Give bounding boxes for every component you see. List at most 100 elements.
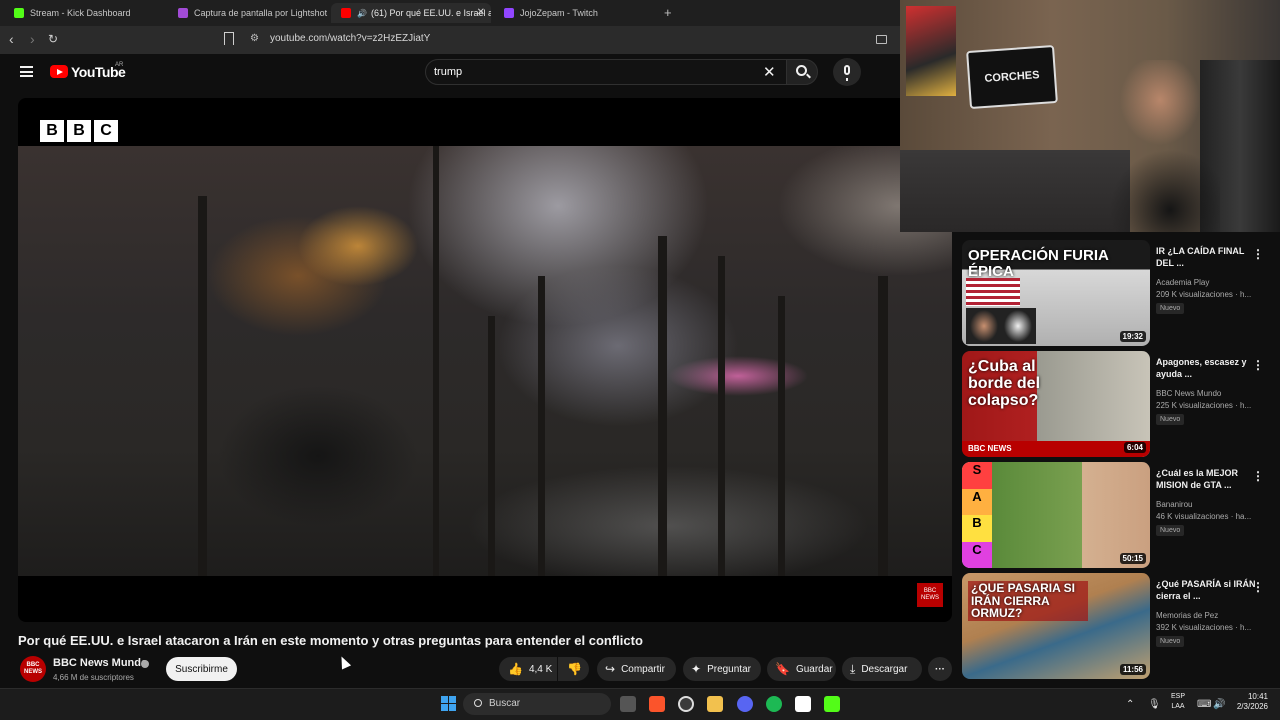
close-tab-icon[interactable]: ✕ (477, 7, 485, 18)
search-icon[interactable] (796, 65, 807, 76)
recommendation-channel[interactable]: BBC News Mundo (1156, 389, 1221, 398)
sparkle-icon: ✦ (691, 662, 702, 676)
url-text[interactable]: youtube.com/watch?v=z2HzEZJiatY (270, 33, 430, 44)
ask-button[interactable]: ✦ Preguntar (683, 657, 761, 681)
recommendation-title[interactable]: Apagones, escasez y ayuda ... (1156, 357, 1256, 380)
video-thumbnail[interactable]: ¿QUE PASARIA SI IRÁN CIERRA ORMUZ? 11:56 (962, 573, 1150, 679)
save-button[interactable]: 🔖 Guardar (767, 657, 836, 681)
davinci-icon[interactable] (795, 696, 811, 712)
language-code: ESP (1170, 693, 1185, 700)
recommendation-title[interactable]: ¿Qué PASARÍA si IRÁN cierra el ... (1156, 579, 1256, 602)
video-thumbnail[interactable]: ¿Cuba al borde del colapso? BBC NEWS 6:0… (962, 351, 1150, 457)
language-indicator[interactable]: ESP LAA (1168, 692, 1188, 712)
task-view-icon[interactable] (620, 696, 636, 712)
recommendation-title[interactable]: IR ¿LA CAÍDA FINAL DEL ... (1156, 246, 1256, 269)
tree-trunk (198, 196, 207, 576)
discord-icon[interactable] (737, 696, 753, 712)
bbc-letter: B (40, 120, 64, 142)
microphone-icon[interactable] (844, 65, 850, 81)
more-vertical-icon[interactable]: ⋮ (1252, 248, 1264, 262)
like-count: 4,4 K (528, 663, 553, 675)
desk (900, 150, 1130, 232)
youtube-logo-icon[interactable] (50, 65, 68, 78)
spotify-icon[interactable] (766, 696, 782, 712)
obs-icon[interactable] (678, 696, 694, 712)
like-button[interactable]: 👍 4,4 K (499, 657, 557, 681)
video-duration: 19:32 (1119, 331, 1146, 342)
tab-youtube-active[interactable]: 🔊 (61) Por qué EE.UU. e Israel at ✕ (331, 3, 491, 23)
recommendation-item[interactable]: OPERACIÓN FURIA ÉPICA 19:32 IR ¿LA CAÍDA… (962, 238, 1280, 346)
file-explorer-icon[interactable] (707, 696, 723, 712)
video-thumbnail[interactable]: OPERACIÓN FURIA ÉPICA 19:32 (962, 240, 1150, 346)
bookmark-icon[interactable] (224, 32, 234, 45)
video-player[interactable] (18, 98, 952, 622)
recommendation-channel[interactable]: Bananirou (1156, 500, 1192, 509)
brave-browser-icon[interactable] (649, 696, 665, 712)
tree-trunk (778, 296, 785, 576)
more-vertical-icon[interactable]: ⋮ (1252, 581, 1264, 595)
url-bar[interactable]: ⚙ youtube.com/watch?v=z2HzEZJiatY (244, 30, 890, 50)
dislike-button[interactable]: 👎 (558, 657, 589, 681)
recommendation-channel[interactable]: Academia Play (1156, 278, 1209, 287)
flag-image (966, 278, 1020, 306)
thumbnail-caption: ¿QUE PASARIA SI IRÁN CIERRA ORMUZ? (968, 581, 1088, 621)
recommendation-title[interactable]: ¿Cuál es la MEJOR MISION de GTA ... (1156, 468, 1256, 491)
new-tab-button[interactable]: + (664, 5, 672, 20)
microphone-tray-icon[interactable]: 🎙 (1148, 699, 1161, 710)
mouse-pointer-icon (336, 654, 352, 670)
site-settings-icon[interactable]: ⚙ (250, 33, 259, 44)
share-button[interactable]: ↪ Compartir (597, 657, 676, 681)
new-badge: Nuevo (1156, 636, 1185, 647)
video-frame[interactable] (18, 146, 952, 576)
new-badge: Nuevo (1156, 525, 1185, 536)
tab-lightshot[interactable]: Captura de pantalla por Lightshot (168, 3, 328, 23)
more-actions-button[interactable]: ··· (928, 657, 952, 681)
volume-icon[interactable]: 🔊 (1213, 699, 1225, 710)
download-label: Descargar (861, 663, 908, 675)
back-arrow-icon[interactable]: ‹ (9, 31, 14, 47)
more-vertical-icon[interactable]: ⋮ (1252, 359, 1264, 373)
chevron-up-icon[interactable]: ⌃ (1126, 699, 1134, 710)
search-input[interactable] (425, 59, 787, 85)
video-duration: 50:15 (1119, 553, 1146, 564)
address-bar-row: ‹ › ↻ ⚙ youtube.com/watch?v=z2HzEZJiatY (0, 26, 900, 54)
download-button[interactable]: ⤓ Descargar (842, 657, 922, 681)
thumbs-down-icon: 👎 (567, 662, 582, 676)
network-icon[interactable]: ⌨ (1197, 699, 1211, 710)
search-query[interactable]: trump (434, 66, 462, 78)
new-badge: Nuevo (1156, 303, 1185, 314)
clock-date: 2/3/2026 (1236, 702, 1268, 712)
more-vertical-icon[interactable]: ⋮ (1252, 470, 1264, 484)
channel-avatar[interactable]: BBC NEWS (20, 656, 46, 682)
video-thumbnail[interactable]: S A B C 50:15 (962, 462, 1150, 568)
clear-search-icon[interactable]: ✕ (763, 63, 776, 81)
bbc-letter: B (67, 120, 91, 142)
forward-arrow-icon[interactable]: › (30, 31, 35, 47)
tab-kick-dashboard[interactable]: Stream - Kick Dashboard (4, 3, 164, 23)
youtube-favicon-icon (341, 8, 351, 18)
bbc-letter: C (94, 120, 118, 142)
taskbar-search-placeholder[interactable]: Buscar (489, 698, 520, 709)
bookmark-save-icon: 🔖 (775, 662, 790, 676)
recommendation-item[interactable]: ¿Cuba al borde del colapso? BBC NEWS 6:0… (962, 349, 1280, 457)
recommendation-channel[interactable]: Memorias de Pez (1156, 611, 1218, 620)
taskbar-search-box[interactable] (463, 693, 611, 715)
windows-start-icon[interactable] (441, 696, 456, 711)
recommendation-views: 46 K visualizaciones · ha... (1156, 512, 1252, 521)
recommendation-item[interactable]: ¿QUE PASARIA SI IRÁN CIERRA ORMUZ? 11:56… (962, 571, 1280, 679)
street-light-pole (433, 146, 439, 576)
cast-icon[interactable] (876, 35, 887, 44)
search-icon[interactable] (474, 699, 482, 707)
kick-icon[interactable] (824, 696, 840, 712)
subscribe-button[interactable]: Suscribirme (166, 657, 237, 681)
reload-icon[interactable]: ↻ (48, 32, 58, 46)
menu-icon[interactable] (20, 66, 33, 77)
wall-poster (906, 6, 956, 96)
leaders-photo (966, 308, 1036, 344)
clock[interactable]: 10:41 2/3/2026 (1232, 692, 1268, 713)
channel-name[interactable]: BBC News Mundo (53, 657, 148, 669)
video-duration: 6:04 (1123, 442, 1146, 453)
thumbs-up-icon: 👍 (508, 662, 523, 676)
tab-twitch[interactable]: JojoZepam - Twitch (494, 3, 654, 23)
recommendation-item[interactable]: S A B C 50:15 ¿Cuál es la MEJOR MISION d… (962, 460, 1280, 568)
